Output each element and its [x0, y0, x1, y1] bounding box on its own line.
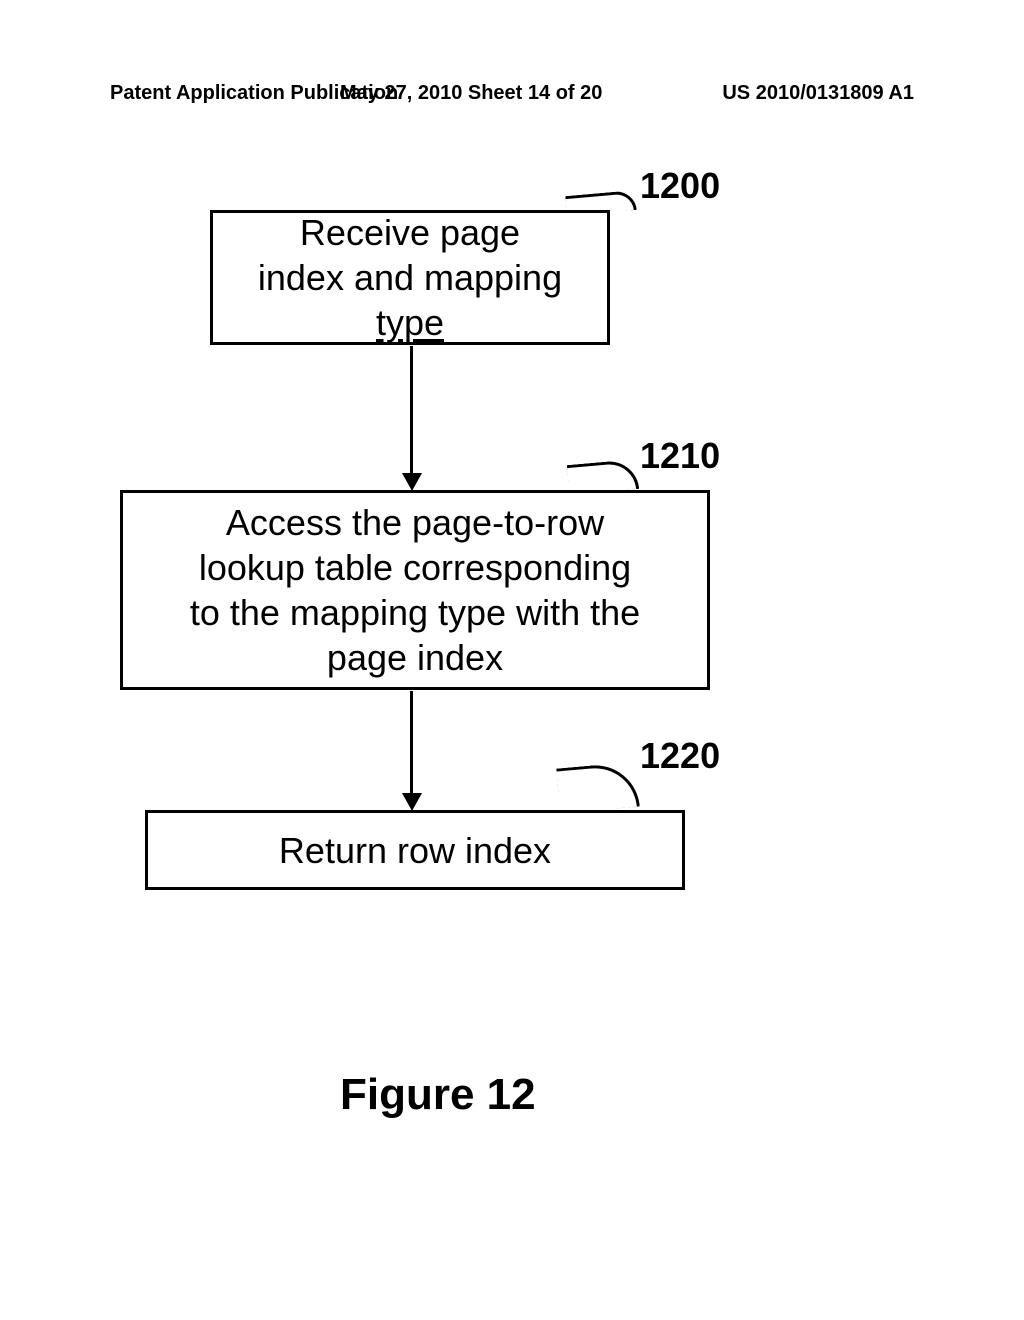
box2-line4: page index: [123, 635, 707, 680]
box3-text: Return row index: [148, 828, 682, 873]
box1-line1: Receive page: [213, 210, 607, 255]
reference-numeral-1210: 1210: [640, 435, 720, 477]
figure-label: Figure 12: [340, 1070, 536, 1120]
reference-numeral-1200: 1200: [640, 165, 720, 207]
flowchart-box-access: Access the page-to-row lookup table corr…: [120, 490, 710, 690]
header-date-sheet: May 27, 2010 Sheet 14 of 20: [340, 82, 602, 105]
header-patent-number: US 2010/0131809 A1: [722, 82, 914, 105]
box2-line3: to the mapping type with the: [123, 590, 707, 635]
box1-line3: type: [213, 300, 607, 345]
flowchart-box-receive: Receive page index and mapping type: [210, 210, 610, 345]
arrow-1-head: [402, 473, 422, 491]
reference-numeral-1220: 1220: [640, 735, 720, 777]
flowchart-diagram: 1200 Receive page index and mapping type…: [0, 160, 1024, 1060]
box2-line2: lookup table corresponding: [123, 545, 707, 590]
callout-line-1220: [556, 762, 640, 814]
arrow-1-line: [410, 346, 413, 476]
arrow-2-line: [410, 691, 413, 796]
box1-line2: index and mapping: [213, 255, 607, 300]
arrow-2-head: [402, 793, 422, 811]
page-header: Patent Application Publication May 27, 2…: [0, 82, 1024, 105]
box2-line1: Access the page-to-row: [123, 500, 707, 545]
flowchart-box-return: Return row index: [145, 810, 685, 890]
